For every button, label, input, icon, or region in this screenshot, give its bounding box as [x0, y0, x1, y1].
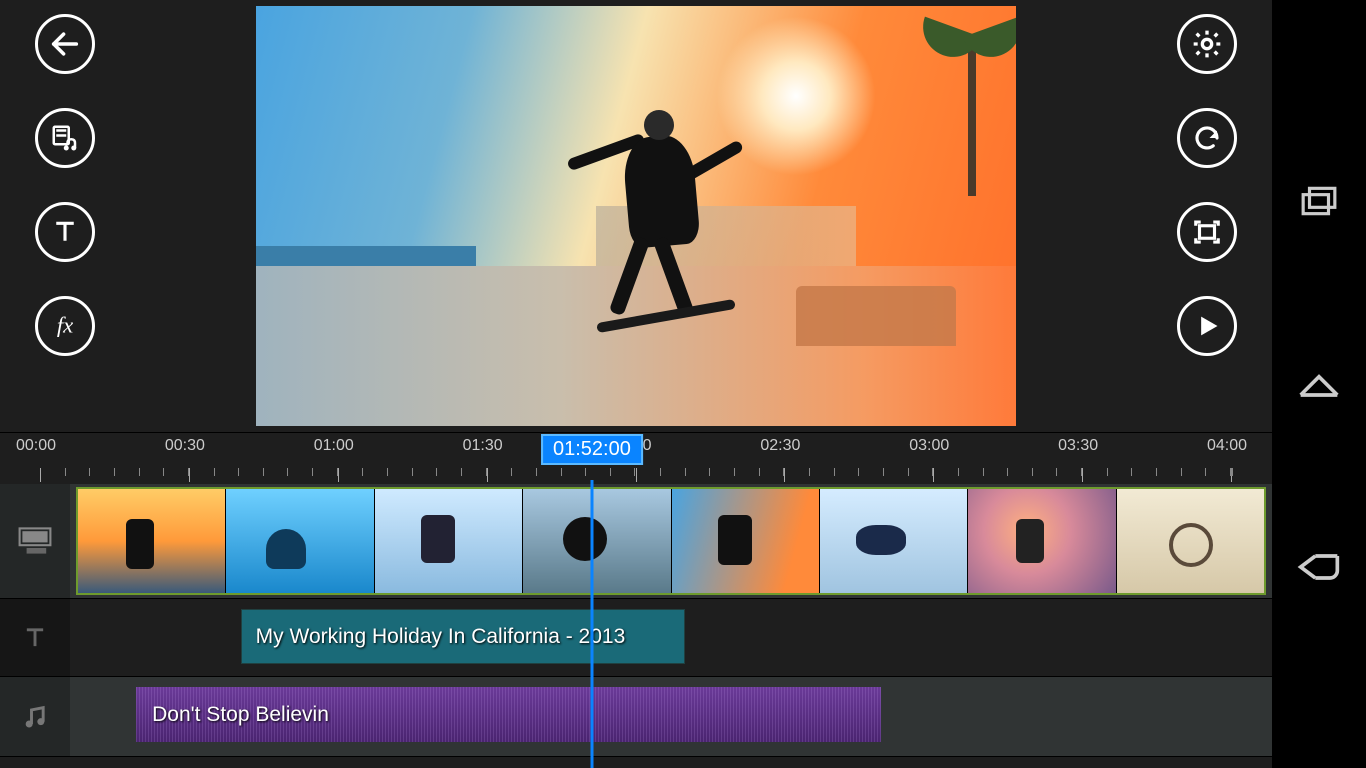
- video-thumb-skateboarder[interactable]: [672, 489, 820, 593]
- right-toolbar: [1142, 0, 1272, 432]
- system-back-button[interactable]: [1297, 545, 1342, 590]
- gear-icon: [1191, 28, 1223, 60]
- tracks: My Working Holiday In California - 2013 …: [0, 484, 1272, 768]
- title-track-icon: [21, 624, 49, 652]
- fullscreen-button[interactable]: [1177, 202, 1237, 262]
- undo-button[interactable]: [1177, 108, 1237, 168]
- svg-text:fx: fx: [57, 313, 73, 338]
- ruler-label: 00:00: [16, 437, 56, 455]
- recents-button[interactable]: [1297, 178, 1342, 223]
- settings-button[interactable]: [1177, 14, 1237, 74]
- ruler-label: 03:00: [909, 437, 949, 455]
- video-thumb-city-bokeh[interactable]: [968, 489, 1116, 593]
- video-track-header[interactable]: [0, 484, 70, 598]
- video-thumb-snowboarder[interactable]: [375, 489, 523, 593]
- back-nav-icon: [1297, 550, 1341, 584]
- video-thumb-surfer-wave[interactable]: [226, 489, 374, 593]
- video-thumb-skydiver[interactable]: [820, 489, 968, 593]
- home-icon: [1297, 368, 1341, 400]
- title-clip-text: My Working Holiday In California - 2013: [256, 625, 626, 649]
- text-tool-icon: [50, 217, 80, 247]
- video-clip-strip[interactable]: [76, 487, 1266, 595]
- video-thumb-fishing-sunset[interactable]: [78, 489, 226, 593]
- playhead-line[interactable]: [590, 480, 593, 768]
- video-thumb-cyclist[interactable]: [1117, 489, 1264, 593]
- preview-scene-bus: [796, 286, 956, 346]
- audio-track-content[interactable]: Don't Stop Believin: [70, 677, 1272, 756]
- title-track-content[interactable]: My Working Holiday In California - 2013: [70, 599, 1272, 676]
- audio-clip-text: Don't Stop Believin: [152, 703, 329, 727]
- video-track-icon: [18, 527, 52, 555]
- video-editor-app: fx: [0, 0, 1272, 768]
- playhead-time-label[interactable]: 01:52:00: [541, 434, 643, 465]
- play-icon: [1193, 312, 1221, 340]
- ruler-label: 03:30: [1058, 437, 1098, 455]
- media-library-icon: [50, 123, 80, 153]
- media-library-button[interactable]: [35, 108, 95, 168]
- system-navbar: [1272, 0, 1366, 768]
- audio-clip[interactable]: Don't Stop Believin: [136, 687, 881, 742]
- fullscreen-icon: [1192, 217, 1222, 247]
- preview-row: fx: [0, 0, 1272, 432]
- audio-track-icon: [21, 703, 49, 731]
- ruler-label: 04:00: [1207, 437, 1247, 455]
- video-track: [0, 484, 1272, 599]
- ruler-label: 00:30: [165, 437, 205, 455]
- video-track-content[interactable]: [70, 484, 1272, 598]
- ruler-label: 01:30: [463, 437, 503, 455]
- text-tool-button[interactable]: [35, 202, 95, 262]
- recents-icon: [1300, 185, 1338, 217]
- undo-icon: [1192, 123, 1222, 153]
- preview-scene-palm: [968, 36, 976, 196]
- preview-canvas[interactable]: [256, 6, 1016, 426]
- ruler-label: 02:30: [760, 437, 800, 455]
- ruler-label: 01:00: [314, 437, 354, 455]
- audio-track-header[interactable]: [0, 677, 70, 756]
- back-arrow-icon: [48, 27, 82, 61]
- video-thumb-bmx-jump[interactable]: [523, 489, 671, 593]
- preview-scene-skater: [556, 96, 776, 356]
- title-track-header[interactable]: [0, 599, 70, 676]
- title-clip[interactable]: My Working Holiday In California - 2013: [241, 609, 686, 664]
- fx-tool-icon: fx: [49, 310, 81, 342]
- left-toolbar: fx: [0, 0, 130, 432]
- fx-tool-button[interactable]: fx: [35, 296, 95, 356]
- preview-area: [130, 0, 1142, 432]
- home-button[interactable]: [1297, 362, 1342, 407]
- timeline: 00:0000:3001:0001:3002:0002:3003:0003:30…: [0, 432, 1272, 768]
- title-track: My Working Holiday In California - 2013: [0, 599, 1272, 677]
- play-button[interactable]: [1177, 296, 1237, 356]
- audio-track: Don't Stop Believin: [0, 677, 1272, 757]
- ruler-segment: 04:00: [1231, 433, 1232, 484]
- back-button[interactable]: [35, 14, 95, 74]
